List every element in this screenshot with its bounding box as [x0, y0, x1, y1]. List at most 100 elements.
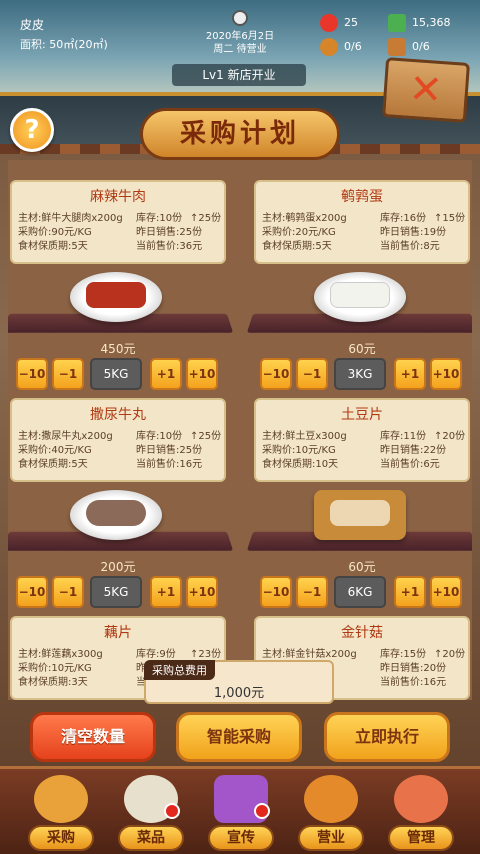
plus-10-button[interactable]: +10 [186, 576, 218, 608]
item-sold: 昨日销售:25份 [136, 227, 203, 238]
minus-10-button[interactable]: −10 [260, 576, 292, 608]
box-value: 0/6 [412, 40, 430, 53]
quantity-value: 5KG [90, 576, 142, 608]
item-main: 主材:鲜莲藕x300g [18, 649, 103, 660]
item-main: 主材:鲜土豆x300g [262, 431, 347, 442]
minus-1-button[interactable]: −1 [296, 358, 328, 390]
item-name: 撒尿牛丸 [90, 407, 146, 423]
date-status: 2020年6月2日 周二 待营业 [200, 30, 280, 56]
plus-10-button[interactable]: +10 [186, 358, 218, 390]
minus-10-button[interactable]: −10 [260, 358, 292, 390]
item-sale-price: 当前售价:16元 [380, 677, 447, 688]
item-stock: 库存:10份 [136, 213, 183, 224]
execute-now-button[interactable]: 立即执行 [324, 712, 450, 762]
item-sale-price: 当前售价:16元 [136, 459, 203, 470]
stock-delta: ↑25份 [190, 213, 222, 224]
item-purchase-price: 采购价:90元/KG [18, 227, 92, 238]
box-icon [388, 38, 406, 56]
purchase-list[interactable]: 麻辣牛肉 主材:鲜牛大腿肉x200g 库存:10份 ↑25份 采购价:90元/K… [8, 160, 472, 700]
item-stock: 库存:16份 [380, 213, 427, 224]
smart-purchase-button[interactable]: 智能采购 [176, 712, 302, 762]
help-button[interactable]: ? [10, 108, 54, 152]
heart-value: 25 [344, 16, 358, 29]
minus-10-button[interactable]: −10 [16, 576, 48, 608]
resource-chef: 0/6 [320, 38, 362, 56]
item-purchase-price: 采购价:40元/KG [18, 445, 92, 456]
close-button[interactable]: ✕ [382, 57, 470, 123]
item-name: 藕片 [104, 625, 132, 641]
quantity-controls: −10 −1 5KG +1 +10 [16, 358, 222, 392]
food-image [314, 490, 406, 540]
minus-10-button[interactable]: −10 [16, 358, 48, 390]
item-sold: 昨日销售:22份 [380, 445, 447, 456]
resource-cash: 15,368 [388, 14, 451, 32]
bottom-nav: 采购 菜品 宣传 营业 管理 [0, 766, 480, 854]
item-sold: 昨日销售:25份 [136, 445, 203, 456]
item-sold: 昨日销售:19份 [380, 227, 447, 238]
plus-10-button[interactable]: +10 [430, 358, 462, 390]
cash-value: 15,368 [412, 16, 451, 29]
resource-heart: 25 [320, 14, 358, 32]
date-text: 2020年6月2日 [205, 31, 275, 42]
clear-quantity-button[interactable]: 清空数量 [30, 712, 156, 762]
plus-1-button[interactable]: +1 [394, 576, 426, 608]
item-info-box: 撒尿牛丸 主材:撒尿牛丸x200g 库存:10份 ↑25份 采购价:40元/KG… [10, 398, 226, 482]
item-sale-price: 当前售价:36元 [136, 241, 203, 252]
item-card: 撒尿牛丸 主材:撒尿牛丸x200g 库存:10份 ↑25份 采购价:40元/KG… [8, 398, 234, 612]
item-cost: 60元 [348, 560, 376, 574]
item-shelf-life: 食材保质期:10天 [262, 459, 339, 470]
item-purchase-price: 采购价:10元/KG [262, 445, 336, 456]
plus-1-button[interactable]: +1 [150, 576, 182, 608]
nav-label: 营业 [298, 825, 364, 851]
cash-icon [388, 14, 406, 32]
plus-10-button[interactable]: +10 [430, 576, 462, 608]
item-purchase-price: 采购价:10元/KG [18, 663, 92, 674]
minus-1-button[interactable]: −1 [52, 576, 84, 608]
plus-1-button[interactable]: +1 [150, 358, 182, 390]
nav-item-business[interactable]: 营业 [292, 775, 370, 854]
item-shelf-life: 食材保质期:3天 [18, 677, 88, 688]
item-shelf-life: 食材保质期:5天 [18, 241, 88, 252]
nav-item-purchase[interactable]: 采购 [22, 775, 100, 854]
quantity-value: 3KG [334, 358, 386, 390]
food-image [70, 490, 162, 540]
nav-item-dishes[interactable]: 菜品 [112, 775, 190, 854]
total-cost-label: 采购总费用 [144, 660, 215, 680]
item-main: 主材:撒尿牛丸x200g [18, 431, 113, 442]
chef-icon [320, 38, 338, 56]
total-cost-value: 1,000元 [213, 686, 265, 701]
quantity-value: 5KG [90, 358, 142, 390]
item-info-box: 土豆片 主材:鲜土豆x300g 库存:11份 ↑20份 采购价:10元/KG 昨… [254, 398, 470, 482]
total-cost-box: 采购总费用 1,000元 [144, 660, 334, 704]
item-cost: 60元 [348, 342, 376, 356]
item-cost: 450元 [100, 342, 136, 356]
nav-item-management[interactable]: 管理 [382, 775, 460, 854]
item-info-box: 鹌鹑蛋 主材:鹌鹑蛋x200g 库存:16份 ↑15份 采购价:20元/KG 昨… [254, 180, 470, 264]
quantity-value: 6KG [334, 576, 386, 608]
item-main: 主材:鲜牛大腿肉x200g [18, 213, 123, 224]
minus-1-button[interactable]: −1 [296, 576, 328, 608]
chef-value: 0/6 [344, 40, 362, 53]
plus-1-button[interactable]: +1 [394, 358, 426, 390]
nav-label: 宣传 [208, 825, 274, 851]
item-sold: 昨日销售:20份 [380, 663, 447, 674]
quantity-controls: −10 −1 5KG +1 +10 [16, 576, 222, 610]
nav-item-promotion[interactable]: 宣传 [202, 775, 280, 854]
item-stock: 库存:10份 [136, 431, 183, 442]
minus-1-button[interactable]: −1 [52, 358, 84, 390]
stock-delta: ↑25份 [190, 431, 222, 442]
item-shelf-life: 食材保质期:5天 [262, 241, 332, 252]
stock-delta: ↑20份 [434, 649, 466, 660]
item-shelf-life: 食材保质期:5天 [18, 459, 88, 470]
clock-icon [232, 10, 248, 26]
business-status: 周二 待营业 [213, 44, 267, 55]
item-name: 鹌鹑蛋 [341, 189, 383, 205]
level-banner: Lv1 新店开业 [172, 64, 306, 86]
staff-icon [394, 775, 448, 823]
item-name: 麻辣牛肉 [90, 189, 146, 205]
item-card: 土豆片 主材:鲜土豆x300g 库存:11份 ↑20份 采购价:10元/KG 昨… [246, 398, 472, 612]
item-stock: 库存:11份 [380, 431, 427, 442]
page-title: 采购计划 [140, 108, 340, 160]
shop-icon [34, 775, 88, 823]
close-icon: ✕ [407, 65, 445, 115]
